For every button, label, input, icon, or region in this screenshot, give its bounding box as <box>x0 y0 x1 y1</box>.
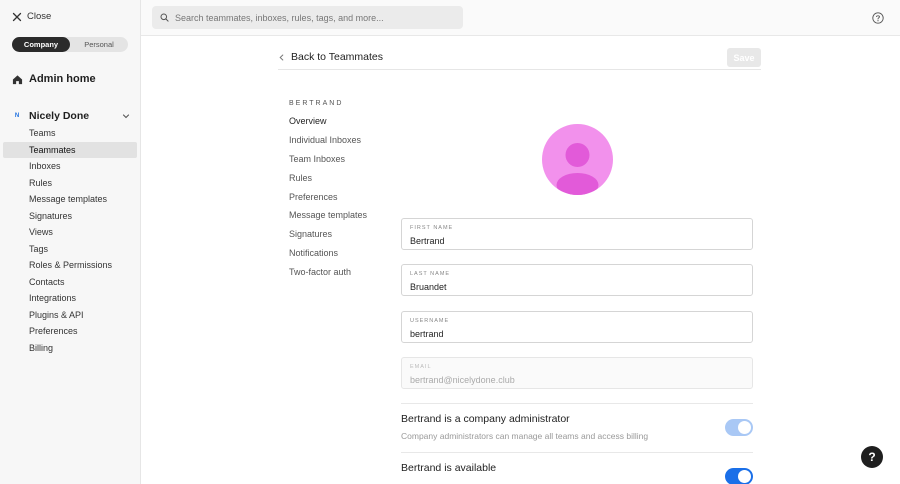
chevron-left-icon <box>279 54 284 60</box>
first-name-label: First name <box>410 225 454 231</box>
segment-personal[interactable]: Personal <box>70 37 128 52</box>
back-label: Back to Teammates <box>291 51 384 63</box>
sidebar-item-teammates[interactable]: Teammates <box>3 141 137 158</box>
segment-company[interactable]: Company <box>12 37 70 52</box>
email-field: Email <box>401 357 753 389</box>
first-name-input[interactable] <box>410 236 744 246</box>
close-button[interactable]: Close <box>12 11 51 22</box>
sidebar-item-inboxes[interactable]: Inboxes <box>3 158 137 175</box>
back-to-teammates-link[interactable]: Back to Teammates <box>278 51 383 63</box>
search-box <box>152 6 463 29</box>
available-toggle[interactable] <box>725 468 753 484</box>
subnav-item-signatures[interactable]: Signatures <box>289 225 367 244</box>
subnav-item-message-templates[interactable]: Message templates <box>289 206 367 225</box>
first-name-field[interactable]: First name <box>401 218 753 250</box>
close-icon <box>12 12 22 21</box>
subnav-title: BERTRAND <box>289 100 344 107</box>
section-divider <box>401 452 753 453</box>
admin-home-link[interactable]: Admin home <box>12 73 96 85</box>
last-name-input[interactable] <box>410 282 744 292</box>
email-label: Email <box>410 364 432 370</box>
search-icon <box>160 13 169 22</box>
sidebar-item-plugins-api[interactable]: Plugins & API <box>3 307 137 324</box>
sidebar-item-message-templates[interactable]: Message templates <box>3 191 137 208</box>
admin-toggle-description: Company administrators can manage all te… <box>401 431 649 441</box>
help-circle-icon[interactable] <box>872 12 884 24</box>
subnav-item-team-inboxes[interactable]: Team Inboxes <box>289 150 367 169</box>
subnav-item-two-factor-auth[interactable]: Two-factor auth <box>289 262 367 281</box>
sidebar-item-teams[interactable]: Teams <box>3 125 137 142</box>
last-name-field[interactable]: Last name <box>401 264 753 296</box>
sidebar-nav: Teams Teammates Inboxes Rules Message templa… <box>3 125 137 356</box>
last-name-label: Last name <box>410 271 451 277</box>
subnav-item-individual-inboxes[interactable]: Individual Inboxes <box>289 131 367 150</box>
settings-scope-toggle: Company Personal <box>12 37 128 52</box>
header-divider <box>278 69 761 70</box>
org-badge: N <box>14 113 20 119</box>
sidebar-item-signatures[interactable]: Signatures <box>3 208 137 225</box>
subnav-item-notifications[interactable]: Notifications <box>289 244 367 263</box>
sidebar-item-roles-permissions[interactable]: Roles & Permissions <box>3 257 137 274</box>
sidebar-item-views[interactable]: Views <box>3 224 137 241</box>
user-silhouette-icon <box>556 143 599 195</box>
sidebar-item-billing[interactable]: Billing <box>3 340 137 357</box>
top-bar <box>141 0 900 36</box>
org-name: Nicely Done <box>29 110 90 122</box>
username-label: Username <box>410 318 450 324</box>
close-label: Close <box>27 11 52 22</box>
chevron-down-icon <box>122 114 130 119</box>
sidebar: Close Company Personal Admin home N Nice… <box>0 0 141 484</box>
search-input[interactable] <box>175 12 455 23</box>
save-button[interactable]: Save <box>727 48 761 67</box>
help-button[interactable]: ? <box>861 446 883 468</box>
sidebar-item-preferences[interactable]: Preferences <box>3 323 137 340</box>
avatar[interactable] <box>542 124 613 195</box>
org-switcher[interactable]: N Nicely Done <box>12 110 130 122</box>
section-divider <box>401 403 753 404</box>
email-input <box>410 375 744 385</box>
subnav-item-rules[interactable]: Rules <box>289 168 367 187</box>
company-admin-toggle[interactable] <box>725 419 753 436</box>
sidebar-item-contacts[interactable]: Contacts <box>3 274 137 291</box>
admin-toggle-title: Bertrand is a company administrator <box>401 413 570 425</box>
sidebar-item-rules[interactable]: Rules <box>3 175 137 192</box>
toggle-knob <box>738 421 751 434</box>
username-input[interactable] <box>410 329 744 339</box>
username-field[interactable]: Username <box>401 311 753 343</box>
home-icon <box>12 74 23 84</box>
teammate-subnav: Overview Individual Inboxes Team Inboxes Ru… <box>289 112 367 281</box>
sidebar-item-tags[interactable]: Tags <box>3 241 137 258</box>
sidebar-item-integrations[interactable]: Integrations <box>3 290 137 307</box>
admin-home-label: Admin home <box>29 73 96 85</box>
available-toggle-title: Bertrand is available <box>401 462 497 474</box>
subnav-item-overview[interactable]: Overview <box>289 112 367 131</box>
subnav-item-preferences[interactable]: Preferences <box>289 187 367 206</box>
toggle-knob <box>738 470 751 483</box>
